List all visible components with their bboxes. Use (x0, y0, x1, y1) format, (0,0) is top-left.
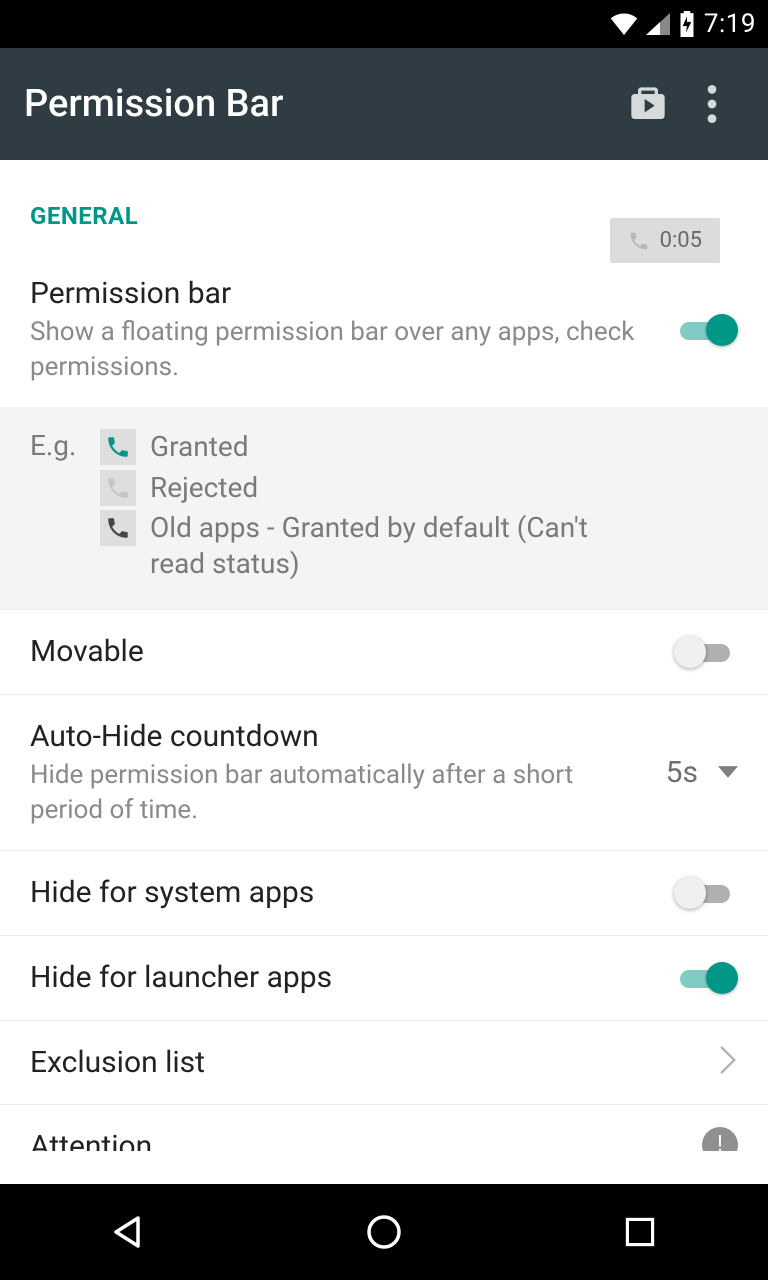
back-button[interactable] (68, 1202, 188, 1262)
battery-charging-icon (678, 11, 696, 37)
screen: 7:19 Permission Bar GENERAL 0:05 Permiss… (0, 0, 768, 1280)
setting-title: Exclusion list (30, 1043, 700, 1082)
home-button[interactable] (324, 1202, 444, 1262)
permission-bar-switch[interactable] (674, 310, 738, 350)
setting-title: Attention (30, 1127, 682, 1151)
setting-hide-launcher[interactable]: Hide for launcher apps (0, 936, 768, 1021)
setting-title: Hide for launcher apps (30, 958, 654, 997)
setting-title: Auto-Hide countdown (30, 717, 646, 756)
setting-auto-hide[interactable]: Auto-Hide countdown Hide permission bar … (0, 695, 768, 851)
setting-permission-bar[interactable]: Permission bar Show a floating permissio… (0, 240, 768, 407)
phone-granted-icon (100, 429, 136, 465)
info-icon: ! (702, 1127, 738, 1151)
cell-signal-icon (646, 13, 670, 35)
example-label: E.g. (30, 429, 100, 583)
setting-title: Hide for system apps (30, 873, 654, 912)
status-bar: 7:19 (0, 0, 768, 48)
navigation-bar (0, 1184, 768, 1280)
example-rejected: Rejected (100, 470, 610, 506)
phone-icon (628, 230, 650, 252)
hide-launcher-switch[interactable] (674, 958, 738, 998)
example-granted: Granted (100, 429, 610, 465)
timer-badge-text: 0:05 (660, 228, 702, 253)
setting-hide-system[interactable]: Hide for system apps (0, 851, 768, 936)
setting-title: Movable (30, 632, 654, 671)
chevron-right-icon (720, 1046, 738, 1078)
phone-rejected-icon (100, 470, 136, 506)
example-old: Old apps - Granted by default (Can't rea… (100, 510, 610, 583)
recents-button[interactable] (580, 1202, 700, 1262)
setting-title: Permission bar (30, 274, 654, 313)
hide-system-switch[interactable] (674, 873, 738, 913)
setting-desc: Hide permission bar automatically after … (30, 758, 646, 828)
dropdown-value: 5s (666, 755, 698, 790)
wifi-icon (610, 13, 638, 35)
chevron-down-icon (718, 766, 738, 778)
phone-old-icon (100, 510, 136, 546)
app-bar: Permission Bar (0, 48, 768, 160)
movable-switch[interactable] (674, 632, 738, 672)
setting-movable[interactable]: Movable (0, 610, 768, 695)
play-store-button[interactable] (616, 72, 680, 136)
setting-attention[interactable]: Attention ! (0, 1105, 768, 1151)
content: GENERAL 0:05 Permission bar Show a float… (0, 160, 768, 1184)
overflow-menu-button[interactable] (680, 72, 744, 136)
setting-exclusion[interactable]: Exclusion list (0, 1021, 768, 1105)
app-title: Permission Bar (24, 82, 616, 126)
example-box: E.g. Granted Rejected Old apps - Granted… (0, 407, 768, 610)
timer-badge: 0:05 (610, 218, 720, 263)
auto-hide-dropdown[interactable]: 5s (666, 755, 738, 790)
status-clock: 7:19 (704, 9, 756, 39)
setting-desc: Show a floating permission bar over any … (30, 315, 654, 385)
